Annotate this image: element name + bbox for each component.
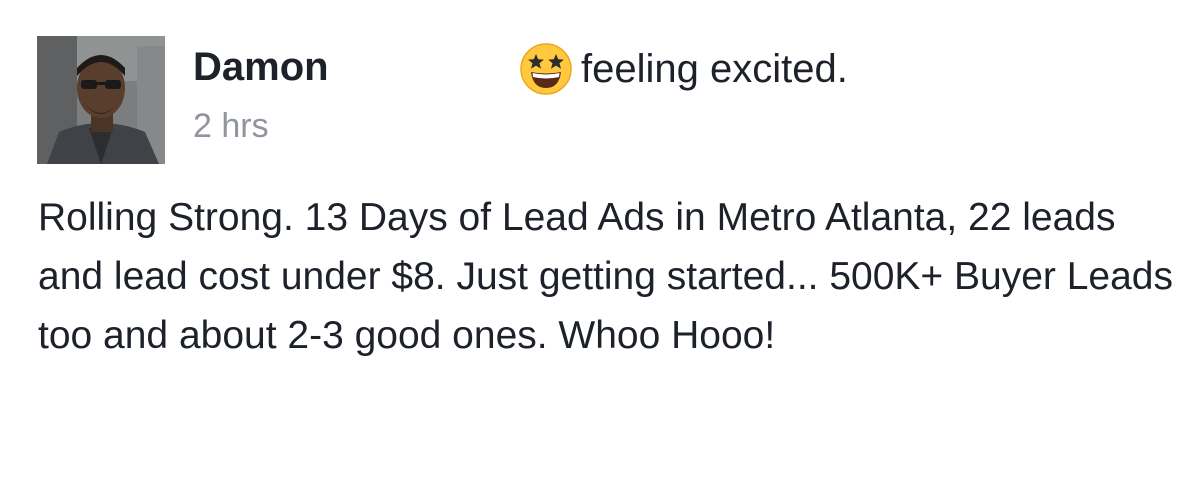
- author-name[interactable]: Damon: [193, 44, 329, 90]
- post-body: Rolling Strong. 13 Days of Lead Ads in M…: [38, 196, 1173, 357]
- feeling-activity: feeling excited.: [519, 42, 848, 96]
- feed-post: Damon 2 hrs feeling excited. Rolling Str…: [0, 0, 1200, 480]
- avatar[interactable]: [37, 36, 165, 164]
- star-struck-emoji-icon: [520, 43, 572, 95]
- feeling-text: feeling excited.: [581, 47, 848, 91]
- post-timestamp[interactable]: 2 hrs: [193, 106, 269, 146]
